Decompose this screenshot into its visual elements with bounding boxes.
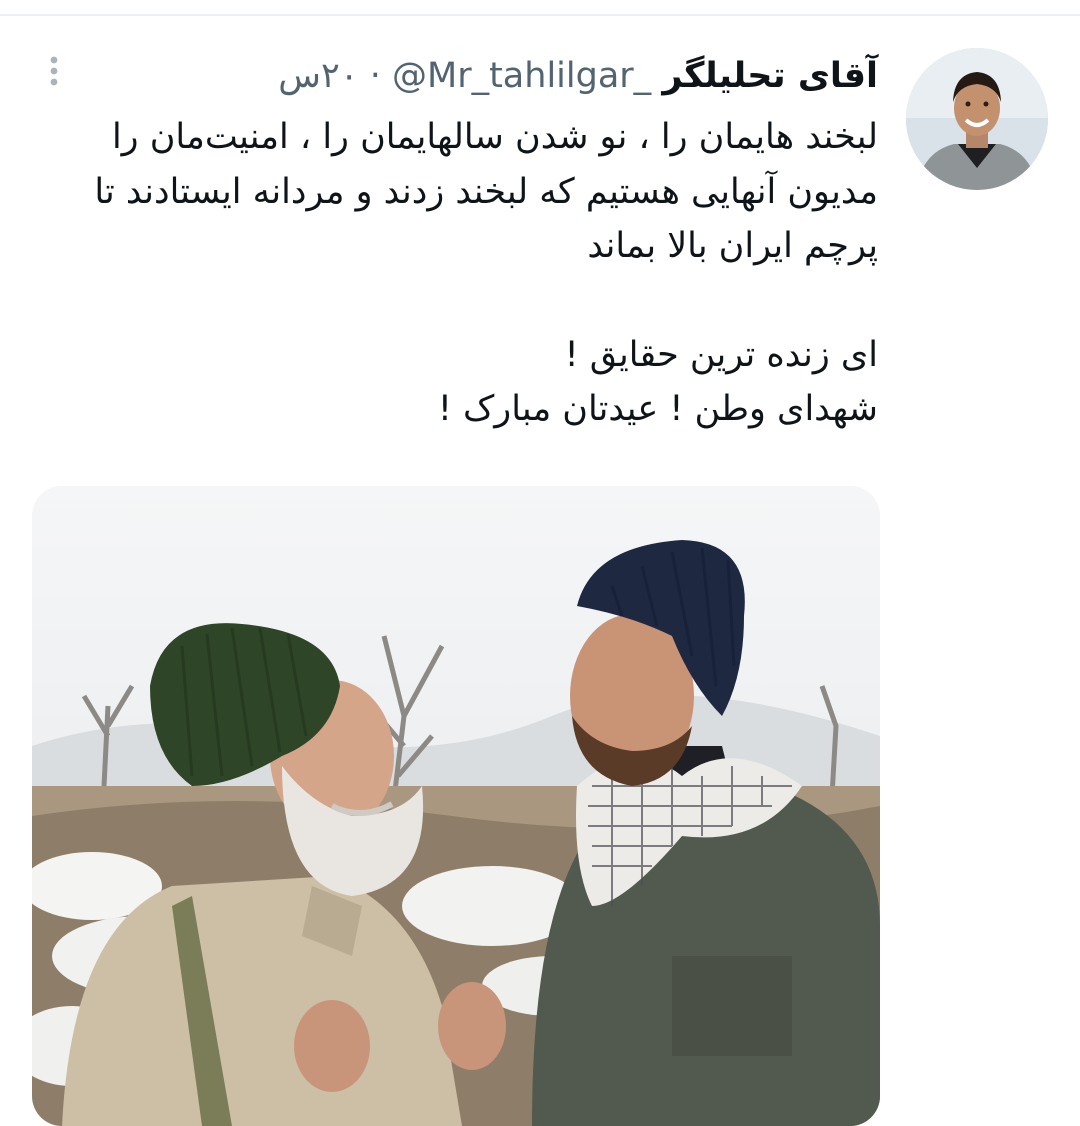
author-name[interactable]: آقای تحلیلگر (662, 56, 878, 96)
header-separator: · (369, 56, 381, 96)
more-options-button[interactable] (40, 52, 68, 92)
avatar-image (906, 48, 1048, 190)
top-divider (0, 14, 1080, 16)
timestamp[interactable]: ۲۰س (278, 56, 358, 96)
tweet-text-line: شهدای وطن ! عیدتان مبارک ! (437, 389, 878, 429)
tweet-media-photo[interactable] (32, 486, 880, 1126)
tweet-text: لبخند هایمان را ، نو شدن سالهایمان را ، … (48, 110, 878, 437)
photo-two-men-talking (32, 486, 880, 1126)
tweet-header: آقای تحلیلگر @Mr_tahlilgar_ · ۲۰س (278, 50, 878, 102)
tweet-text-line: ای زنده ترین حقایق ! (564, 334, 878, 375)
author-handle[interactable]: @Mr_tahlilgar_ (392, 56, 651, 96)
more-vertical-icon (50, 56, 58, 86)
avatar[interactable] (906, 48, 1048, 190)
tweet-text-paragraph: لبخند هایمان را ، نو شدن سالهایمان را ، … (94, 117, 878, 266)
